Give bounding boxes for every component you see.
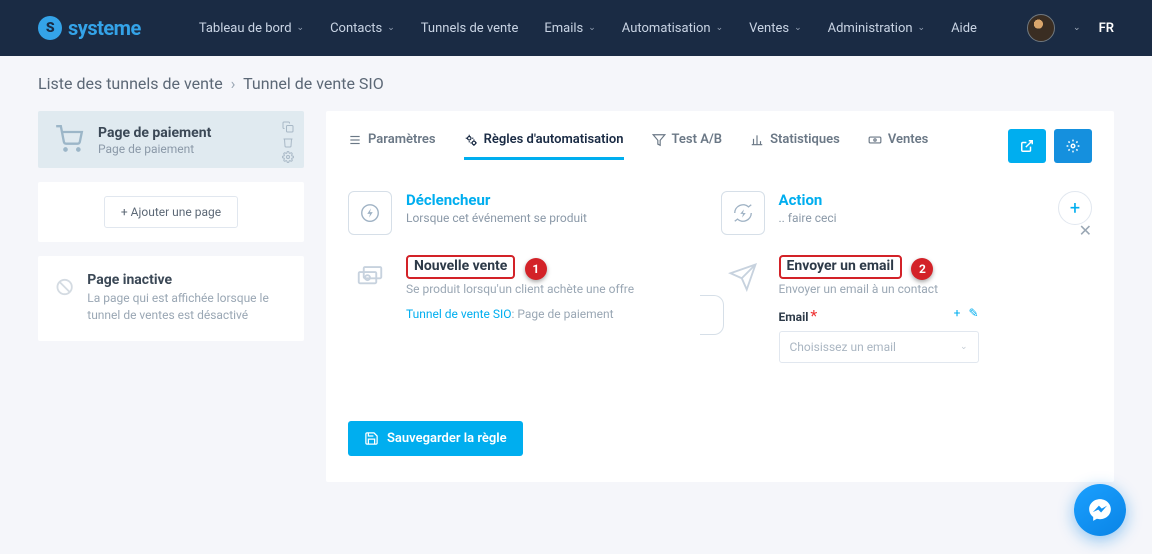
bolt-icon bbox=[359, 202, 381, 224]
nav-automatisation[interactable]: Automatisation⌄ bbox=[622, 21, 723, 36]
tab-ventes[interactable]: Ventes bbox=[868, 132, 928, 160]
brand-text: systeme bbox=[68, 16, 141, 40]
chevron-down-icon: ⌄ bbox=[387, 23, 395, 33]
action-sub: .. faire ceci bbox=[779, 211, 837, 225]
forbidden-icon bbox=[56, 272, 73, 302]
copy-icon[interactable] bbox=[282, 121, 294, 133]
page-title: Page de paiement bbox=[98, 125, 211, 141]
sale-icon bbox=[348, 255, 392, 299]
trash-icon[interactable] bbox=[282, 136, 294, 148]
brand-logo[interactable]: S systeme bbox=[38, 16, 141, 40]
page-subtitle: Page de paiement bbox=[98, 142, 211, 156]
connector-brace bbox=[700, 295, 724, 335]
tab-statistiques[interactable]: Statistiques bbox=[750, 132, 840, 160]
tunnel-link[interactable]: Tunnel de vente SIO bbox=[406, 307, 511, 321]
chevron-down-icon: ⌄ bbox=[918, 23, 926, 33]
edit-email-icon[interactable]: ✎ bbox=[968, 306, 978, 320]
trigger-item-nouvelle-vente[interactable]: Nouvelle vente 1 Se produit lorsqu'un cl… bbox=[348, 255, 720, 324]
inactive-title: Page inactive bbox=[87, 272, 286, 288]
chevron-down-icon: ⌄ bbox=[960, 342, 968, 352]
trigger-title: Nouvelle vente bbox=[406, 255, 515, 279]
action-item-sub: Envoyer un email à un contact bbox=[779, 281, 979, 298]
action-title: Envoyer un email bbox=[779, 255, 902, 279]
trigger-header-icon bbox=[348, 191, 392, 235]
open-external-button[interactable] bbox=[1008, 129, 1046, 163]
email-select-placeholder: Choisissez un email bbox=[790, 340, 896, 354]
external-link-icon bbox=[1020, 139, 1034, 153]
tab-parametres[interactable]: Paramètres bbox=[348, 132, 436, 160]
nav-items: Tableau de bord⌄ Contacts⌄ Tunnels de ve… bbox=[199, 21, 1027, 36]
save-rule-button[interactable]: Sauvegarder la règle bbox=[348, 421, 523, 456]
tab-regles[interactable]: Règles d'automatisation bbox=[464, 132, 624, 160]
add-page-button[interactable]: + Ajouter une page bbox=[104, 196, 238, 228]
nav-administration[interactable]: Administration⌄ bbox=[828, 21, 925, 36]
gears-icon bbox=[464, 133, 478, 147]
content-panel: Paramètres Règles d'automatisation Test … bbox=[326, 111, 1114, 482]
bar-chart-icon bbox=[750, 133, 764, 147]
action-column: Action .. faire ceci + Envoyer un email … bbox=[721, 185, 1093, 381]
action-heading: Action bbox=[779, 191, 837, 209]
action-item-envoyer-email[interactable]: Envoyer un email 2 Envoyer un email à un… bbox=[721, 255, 1093, 363]
funnel-sidebar: Page de paiement Page de paiement + Ajou… bbox=[38, 111, 304, 482]
chat-fab[interactable] bbox=[1074, 484, 1126, 536]
page-card-paiement[interactable]: Page de paiement Page de paiement bbox=[38, 111, 304, 168]
tab-testab[interactable]: Test A/B bbox=[652, 132, 723, 160]
settings-button[interactable] bbox=[1054, 129, 1092, 163]
trigger-heading: Déclencheur bbox=[406, 191, 587, 209]
nav-aide[interactable]: Aide bbox=[951, 21, 977, 36]
trigger-item-sub: Se produit lorsqu'un client achète une o… bbox=[406, 281, 634, 298]
callout-badge-2: 2 bbox=[911, 258, 933, 280]
top-nav: S systeme Tableau de bord⌄ Contacts⌄ Tun… bbox=[0, 0, 1152, 56]
sliders-icon bbox=[348, 133, 362, 147]
trigger-column: Déclencheur Lorsque cet événement se pro… bbox=[348, 185, 720, 381]
refresh-bolt-icon bbox=[732, 202, 754, 224]
chevron-down-icon: ⌄ bbox=[588, 23, 596, 33]
paper-plane-icon bbox=[721, 255, 765, 299]
trigger-sub: Lorsque cet événement se produit bbox=[406, 211, 587, 225]
inactive-page-card[interactable]: Page inactive La page qui est affichée l… bbox=[38, 256, 304, 341]
nav-tableau[interactable]: Tableau de bord⌄ bbox=[199, 21, 304, 36]
add-page-container: + Ajouter une page bbox=[38, 182, 304, 242]
required-asterisk: * bbox=[810, 306, 817, 325]
chevron-down-icon: ⌄ bbox=[794, 23, 802, 33]
chevron-down-icon: ⌄ bbox=[716, 23, 724, 33]
messenger-icon bbox=[1087, 497, 1113, 523]
save-icon bbox=[364, 431, 379, 446]
nav-tunnels[interactable]: Tunnels de vente bbox=[421, 21, 519, 36]
settings-icon[interactable] bbox=[282, 151, 294, 163]
breadcrumb: Liste des tunnels de vente › Tunnel de v… bbox=[0, 56, 1152, 111]
chevron-down-icon: ⌄ bbox=[297, 23, 305, 33]
email-field-label: Email bbox=[779, 310, 809, 324]
money-icon bbox=[868, 133, 882, 147]
avatar[interactable] bbox=[1027, 14, 1055, 42]
breadcrumb-root[interactable]: Liste des tunnels de vente bbox=[38, 74, 223, 93]
callout-badge-1: 1 bbox=[525, 258, 547, 280]
inactive-desc: La page qui est affichée lorsque le tunn… bbox=[87, 290, 286, 325]
nav-ventes[interactable]: Ventes⌄ bbox=[749, 21, 801, 36]
language-switch[interactable]: FR bbox=[1099, 21, 1114, 36]
close-icon[interactable]: ✕ bbox=[1079, 221, 1092, 240]
cart-icon bbox=[54, 125, 84, 153]
nav-emails[interactable]: Emails⌄ bbox=[544, 21, 595, 36]
gear-icon bbox=[1066, 139, 1080, 153]
add-email-icon[interactable]: + bbox=[954, 306, 961, 320]
nav-contacts[interactable]: Contacts⌄ bbox=[330, 21, 395, 36]
email-select[interactable]: Choisissez un email ⌄ bbox=[779, 331, 979, 363]
breadcrumb-current: Tunnel de vente SIO bbox=[243, 74, 384, 93]
chevron-down-icon[interactable]: ⌄ bbox=[1073, 23, 1081, 33]
filter-icon bbox=[652, 133, 666, 147]
tunnel-link-after: : Page de paiement bbox=[511, 307, 613, 321]
tabs: Paramètres Règles d'automatisation Test … bbox=[348, 129, 1092, 163]
brand-icon: S bbox=[38, 16, 62, 40]
action-header-icon bbox=[721, 191, 765, 235]
add-action-button[interactable]: + bbox=[1058, 191, 1092, 225]
